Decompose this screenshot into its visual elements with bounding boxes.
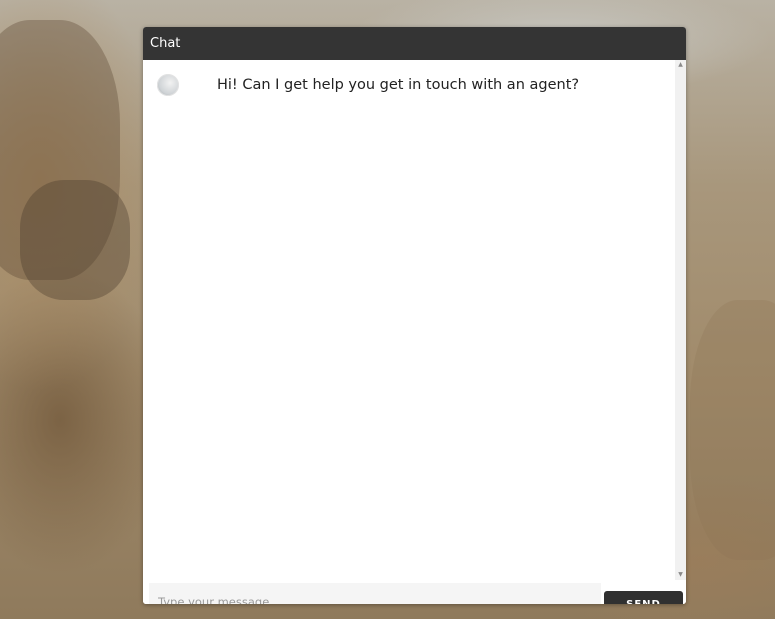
send-button[interactable]: SEND xyxy=(604,591,683,604)
message-text: Hi! Can I get help you get in touch with… xyxy=(217,77,580,93)
scroll-down-arrow-icon[interactable]: ▼ xyxy=(675,570,686,580)
scroll-up-arrow-icon[interactable]: ▲ xyxy=(675,60,686,70)
chat-scrollbar[interactable]: ▲ ▼ xyxy=(675,60,686,580)
chat-window: Chat Hi! Can I get help you get in touch… xyxy=(143,27,686,604)
message-row: Hi! Can I get help you get in touch with… xyxy=(157,74,579,96)
chat-title: Chat xyxy=(150,36,181,51)
rock-formation xyxy=(690,300,775,560)
agent-avatar xyxy=(157,74,179,96)
chat-messages[interactable]: Hi! Can I get help you get in touch with… xyxy=(143,60,686,580)
message-composer: SEND xyxy=(143,580,686,604)
message-input[interactable] xyxy=(149,583,601,604)
chat-header: Chat xyxy=(143,27,686,60)
rock-formation xyxy=(20,180,130,300)
